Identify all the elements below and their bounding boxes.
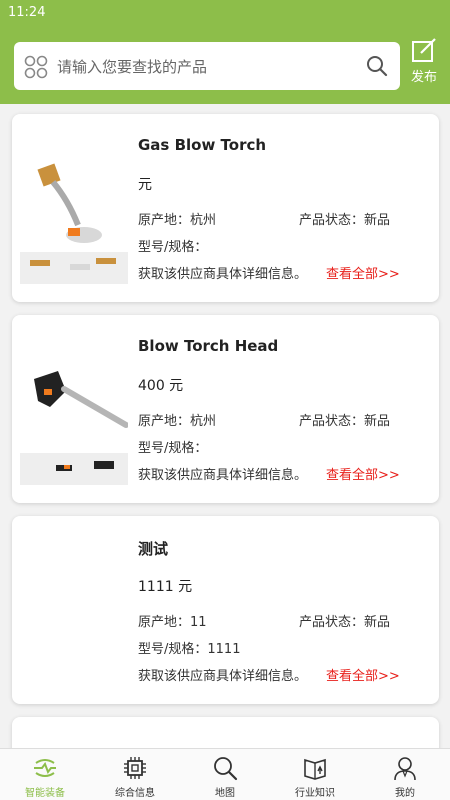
tab-general-info[interactable]: 综合信息 — [90, 749, 180, 800]
product-state: 产品状态：新品 — [299, 213, 391, 228]
product-title[interactable]: Gas Blow Torch — [138, 136, 266, 154]
publish-label: 发布 — [410, 70, 437, 85]
product-origin: 原产地：杭州 — [138, 213, 217, 228]
tab-map[interactable]: 地图 — [180, 749, 270, 800]
product-description: 获取该供应商具体详细信息。 — [138, 669, 308, 684]
product-thumbnail — [20, 331, 128, 485]
product-thumbnail — [20, 130, 128, 284]
view-all-link[interactable]: 查看全部>> — [326, 464, 400, 483]
tab-label: 行业知识 — [295, 788, 335, 799]
product-price: 400 元 — [138, 378, 184, 394]
tab-label: 我的 — [395, 788, 415, 799]
product-model: 型号/规格： — [138, 240, 208, 255]
header: 请输入您要查找的产品 发布 — [0, 27, 450, 104]
product-card[interactable]: Blow Torch Head 400 元 原产地：杭州 产品状态：新品 型号/… — [12, 315, 439, 503]
product-state: 产品状态：新品 — [299, 414, 391, 429]
view-all-link[interactable]: 查看全部>> — [326, 665, 400, 684]
search-input[interactable]: 请输入您要查找的产品 — [57, 56, 207, 77]
product-price: 1111 元 — [138, 579, 193, 595]
tab-label: 综合信息 — [115, 788, 155, 799]
chip-icon — [124, 757, 146, 779]
product-description: 获取该供应商具体详细信息。 — [138, 267, 308, 282]
status-bar: 11:24 — [0, 0, 450, 27]
product-card[interactable]: 测试 1111 元 原产地：11 产品状态：新品 型号/规格：1111 获取该供… — [12, 516, 439, 704]
product-origin: 原产地：杭州 — [138, 414, 217, 429]
tab-industry-knowledge[interactable]: 行业知识 — [270, 749, 360, 800]
product-origin: 原产地：11 — [138, 615, 207, 630]
equipment-icon — [34, 759, 56, 777]
product-model: 型号/规格： — [138, 441, 208, 456]
product-state: 产品状态：新品 — [299, 615, 391, 630]
tab-label: 智能装备 — [25, 788, 65, 799]
apps-icon[interactable] — [24, 55, 48, 79]
edit-icon — [412, 38, 436, 62]
product-price: 元 — [138, 177, 152, 193]
map-search-icon — [214, 757, 238, 781]
tab-mine[interactable]: 我的 — [360, 749, 450, 800]
book-icon — [304, 758, 326, 780]
product-card[interactable]: Gas Blow Torch 元 原产地：杭州 产品状态：新品 型号/规格： 获… — [12, 114, 439, 302]
view-all-link[interactable]: 查看全部>> — [326, 263, 400, 282]
search-icon[interactable] — [366, 55, 388, 77]
user-icon — [394, 757, 416, 781]
search-box[interactable]: 请输入您要查找的产品 — [14, 42, 400, 90]
product-title[interactable]: 测试 — [138, 538, 168, 559]
tab-smart-equipment[interactable]: 智能装备 — [0, 749, 90, 800]
bottom-tab-bar: 智能装备 综合信息 地图 行业知识 我的 — [0, 748, 450, 800]
publish-button[interactable]: 发布 — [406, 38, 442, 88]
status-time: 11:24 — [8, 5, 46, 20]
product-model: 型号/规格：1111 — [138, 642, 241, 657]
product-title[interactable]: Blow Torch Head — [138, 337, 278, 355]
tab-label: 地图 — [215, 788, 235, 799]
product-description: 获取该供应商具体详细信息。 — [138, 468, 308, 483]
